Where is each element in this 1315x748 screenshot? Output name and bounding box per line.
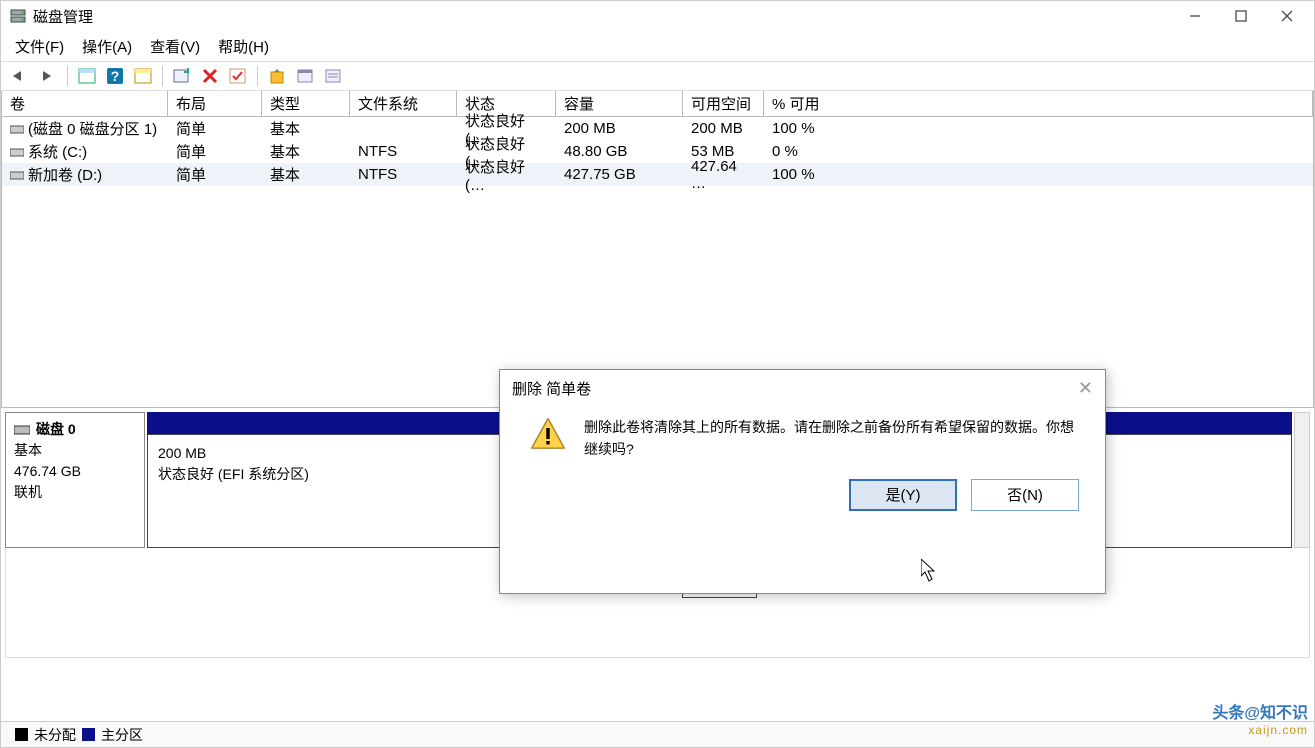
back-icon[interactable] [9,65,31,87]
minimize-button[interactable] [1172,1,1218,31]
titlebar: 磁盘管理 [1,1,1314,31]
vol-pct: 100 % [764,120,1313,137]
disk-management-window: 磁盘管理 文件(F) 操作(A) 查看(V) 帮助(H) ? 卷 [0,0,1315,748]
drive-icon [10,123,24,135]
svg-text:?: ? [111,68,120,84]
dialog-title-bar: 删除 简单卷 ✕ [500,370,1105,406]
col-type[interactable]: 类型 [262,91,350,117]
vol-free: 427.64 … [683,158,764,192]
watermark-url: xaijn.com [1248,723,1308,737]
app-icon [9,7,27,25]
vol-capacity: 200 MB [556,120,683,137]
export-icon[interactable] [266,65,288,87]
disk-title: 磁盘 0 [36,419,76,440]
vol-pct: 100 % [764,166,1313,183]
confirm-delete-dialog: 删除 简单卷 ✕ 删除此卷将清除其上的所有数据。请在删除之前备份所有希望保留的数… [499,369,1106,594]
col-capacity[interactable]: 容量 [556,91,683,117]
vol-capacity: 48.80 GB [556,143,683,160]
dialog-yes-button[interactable]: 是(Y) [849,479,957,511]
menu-view[interactable]: 查看(V) [150,36,200,57]
vol-name: 系统 (C:) [28,141,87,162]
disk-info[interactable]: 磁盘 0 基本 476.74 GB 联机 [5,412,145,548]
col-volume[interactable]: 卷 [2,91,168,117]
disk-type: 基本 [14,440,136,461]
dialog-close-icon[interactable]: ✕ [1078,378,1093,399]
vol-fs: NTFS [350,166,457,183]
vol-type: 基本 [262,164,350,185]
volume-list: 卷 布局 类型 文件系统 状态 容量 可用空间 % 可用 (磁盘 0 磁盘分区 … [1,91,1314,407]
watermark: 头条@知不识 xaijn.com [1212,699,1308,737]
vol-free: 200 MB [683,120,764,137]
maximize-button[interactable] [1218,1,1264,31]
legend: 未分配 主分区 [1,721,1314,747]
vol-name: 新加卷 (D:) [28,164,102,185]
vol-layout: 简单 [168,164,262,185]
volume-row[interactable]: 系统 (C:) 简单 基本 NTFS 状态良好 (… 48.80 GB 53 M… [2,140,1313,163]
forward-icon[interactable] [37,65,59,87]
vol-pct: 0 % [764,143,1313,160]
watermark-text: 头条@知不识 [1212,699,1308,723]
vol-name: (磁盘 0 磁盘分区 1) [28,118,157,139]
toolbar: ? [1,61,1314,91]
drive-icon [10,146,24,158]
wizard-icon[interactable] [294,65,316,87]
vol-type: 基本 [262,141,350,162]
window-controls [1172,1,1310,31]
col-pct[interactable]: % 可用 [764,91,1313,117]
dialog-no-button[interactable]: 否(N) [971,479,1079,511]
vol-layout: 简单 [168,118,262,139]
refresh-icon[interactable] [171,65,193,87]
col-free[interactable]: 可用空间 [683,91,764,117]
vol-layout: 简单 [168,141,262,162]
dialog-message: 删除此卷将清除其上的所有数据。请在删除之前备份所有希望保留的数据。你想继续吗? [584,416,1085,461]
menu-help[interactable]: 帮助(H) [218,36,269,57]
legend-swatch-unallocated [15,728,28,741]
drive-icon [10,169,24,181]
menu-bar: 文件(F) 操作(A) 查看(V) 帮助(H) [1,31,1314,61]
disk-icon [14,424,30,436]
volume-row[interactable]: (磁盘 0 磁盘分区 1) 简单 基本 状态良好 (… 200 MB 200 M… [2,117,1313,140]
vol-capacity: 427.75 GB [556,166,683,183]
help-icon[interactable]: ? [104,65,126,87]
menu-file[interactable]: 文件(F) [15,36,64,57]
volume-list-header: 卷 布局 类型 文件系统 状态 容量 可用空间 % 可用 [2,91,1313,117]
vol-status: 状态良好 (… [457,156,556,194]
properties-icon[interactable] [322,65,344,87]
delete-icon[interactable] [199,65,221,87]
volume-row[interactable]: 新加卷 (D:) 简单 基本 NTFS 状态良好 (… 427.75 GB 42… [2,163,1313,186]
volume-rows: (磁盘 0 磁盘分区 1) 简单 基本 状态良好 (… 200 MB 200 M… [2,117,1313,407]
vol-type: 基本 [262,118,350,139]
col-fs[interactable]: 文件系统 [350,91,457,117]
panel-icon[interactable] [76,65,98,87]
menu-action[interactable]: 操作(A) [82,36,132,57]
disk-status: 联机 [14,482,136,503]
check-icon[interactable] [227,65,249,87]
close-button[interactable] [1264,1,1310,31]
window-title: 磁盘管理 [33,6,93,27]
legend-unallocated: 未分配 [34,725,76,745]
legend-primary: 主分区 [101,725,143,745]
col-layout[interactable]: 布局 [168,91,262,117]
list-icon[interactable] [132,65,154,87]
vol-fs: NTFS [350,143,457,160]
warning-icon [530,416,566,461]
scrollbar[interactable] [1294,412,1310,548]
dialog-title: 删除 简单卷 [512,378,591,399]
disk-size: 476.74 GB [14,461,136,482]
legend-swatch-primary [82,728,95,741]
